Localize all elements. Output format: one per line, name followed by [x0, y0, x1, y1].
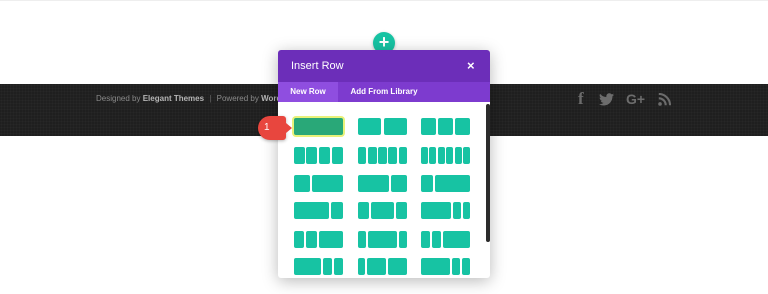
row-layout-wide-narrow-narrow[interactable] — [421, 258, 470, 275]
credits-separator: | — [209, 94, 212, 103]
row-layout-half-quarter-quarter[interactable] — [421, 202, 470, 219]
row-layout-quarter-quarter-half[interactable] — [294, 231, 343, 248]
row-layout-quarter-three-quarters[interactable] — [421, 175, 470, 192]
credits-brand-link[interactable]: Elegant Themes — [143, 94, 204, 103]
row-layout-five-columns[interactable] — [358, 147, 407, 164]
plus-icon: + — [378, 32, 390, 52]
step-badge: 1 — [258, 116, 286, 140]
row-layout-two-thirds-one-third[interactable] — [358, 175, 407, 192]
row-layout-four-quarters[interactable] — [294, 147, 343, 164]
row-layout-three-fifths-fifth-fifth[interactable] — [294, 258, 343, 275]
row-layout-sixth-quarter-quarter[interactable] — [358, 258, 407, 275]
modal-header: Insert Row × — [278, 50, 490, 82]
tab-new-row[interactable]: New Row — [278, 82, 338, 102]
twitter-icon[interactable] — [599, 90, 614, 108]
row-layout-quarter-half-quarter[interactable] — [358, 202, 407, 219]
row-layout-six-columns[interactable] — [421, 147, 470, 164]
row-layout-fullwidth[interactable] — [294, 118, 343, 135]
footer-credits: Designed by Elegant Themes | Powered by … — [96, 94, 290, 103]
insert-row-modal: Insert Row × New Row Add From Library — [278, 50, 490, 278]
credits-prefix: Designed by — [96, 94, 141, 103]
rss-icon[interactable] — [658, 90, 672, 108]
page-top-area — [0, 0, 768, 6]
row-layout-fifth-fifth-three-fifths[interactable] — [421, 231, 470, 248]
step-badge-pointer — [286, 123, 292, 133]
modal-scrollbar[interactable] — [486, 104, 490, 242]
credits-powered: Powered by — [216, 94, 259, 103]
modal-tabs: New Row Add From Library — [278, 82, 490, 102]
facebook-icon[interactable]: f — [578, 90, 584, 108]
row-layout-three-thirds[interactable] — [421, 118, 470, 135]
row-layout-fifth-three-fifths-fifth[interactable] — [358, 231, 407, 248]
row-layout-two-halves[interactable] — [358, 118, 407, 135]
close-icon[interactable]: × — [467, 58, 475, 73]
modal-title: Insert Row — [291, 60, 344, 72]
tab-add-from-library[interactable]: Add From Library — [338, 82, 430, 102]
row-layout-one-third-two-thirds[interactable] — [294, 175, 343, 192]
google-plus-icon[interactable]: G+ — [626, 90, 645, 108]
row-layout-three-quarters-quarter[interactable] — [294, 202, 343, 219]
